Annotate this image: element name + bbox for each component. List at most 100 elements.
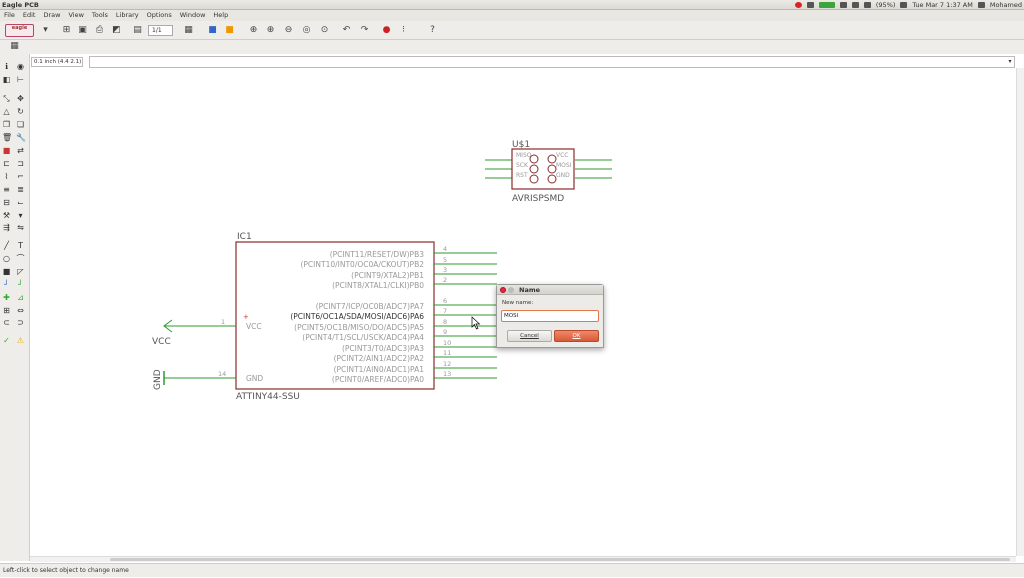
wrench-icon[interactable]: 🔧 bbox=[16, 133, 26, 142]
pinswap-icon[interactable]: ⇋ bbox=[16, 223, 25, 232]
menu-window[interactable]: Window bbox=[176, 10, 210, 21]
menu-draw[interactable]: Draw bbox=[39, 10, 64, 21]
move-icon[interactable]: ⤡ bbox=[2, 94, 11, 103]
horizontal-scrollbar[interactable] bbox=[30, 556, 1016, 562]
label-icon[interactable]: ⊿ bbox=[16, 293, 25, 302]
ulp-icon[interactable]: ■ bbox=[224, 25, 235, 36]
record-icon[interactable] bbox=[794, 2, 802, 8]
zoom-fit-icon[interactable]: ⊕ bbox=[248, 25, 259, 36]
delete-icon[interactable]: 🗑 bbox=[2, 133, 12, 142]
script-icon[interactable]: ▦ bbox=[183, 25, 194, 36]
invoke-icon[interactable]: ⇶ bbox=[2, 223, 11, 232]
menu-library[interactable]: Library bbox=[112, 10, 143, 21]
redo-icon[interactable]: ↷ bbox=[359, 25, 370, 36]
battery-icon[interactable] bbox=[863, 2, 871, 8]
board-icon[interactable]: ▤ bbox=[132, 25, 143, 36]
gate-swap-icon[interactable]: ⊏ bbox=[2, 159, 11, 168]
save-icon[interactable]: ▣ bbox=[77, 25, 88, 36]
mark-icon[interactable]: ⊢ bbox=[16, 75, 25, 84]
dropdown-icon[interactable]: ▾ bbox=[40, 25, 51, 36]
net-icon[interactable]: ┘ bbox=[16, 280, 25, 289]
gnd-supply-label: GND bbox=[153, 369, 163, 390]
page-selector[interactable]: 1/1 bbox=[148, 25, 173, 36]
dimension-icon[interactable]: ⊃ bbox=[16, 318, 25, 327]
change-icon[interactable]: ⚒ bbox=[2, 211, 11, 220]
replace-icon[interactable]: ⇄ bbox=[16, 146, 25, 155]
screen-icon[interactable] bbox=[806, 2, 814, 8]
rotate-icon[interactable]: ↻ bbox=[16, 107, 25, 116]
arc-icon[interactable]: ⌒ bbox=[16, 254, 25, 263]
command-line[interactable]: ▾ bbox=[89, 56, 1015, 68]
main-toolbar: eagle ▾ ⊞ ▣ ⎙ ◩ ▤ 1/1 ▦ ■ ■ ⊕ ⊕ ⊖ ◎ ⊙ ↶ … bbox=[0, 21, 1024, 40]
chevron-down-icon[interactable]: ▾ bbox=[1005, 56, 1015, 68]
vertical-scrollbar[interactable] bbox=[1016, 68, 1024, 556]
cam-icon[interactable]: ◩ bbox=[111, 25, 122, 36]
bus-icon[interactable]: ┘ bbox=[2, 280, 11, 289]
errors-icon[interactable]: ⇔ bbox=[16, 306, 25, 315]
ok-button[interactable]: OK bbox=[554, 330, 599, 342]
print-icon[interactable]: ⎙ bbox=[94, 25, 105, 36]
polygon-icon[interactable]: ◸ bbox=[16, 267, 25, 276]
monitor-icon[interactable] bbox=[818, 2, 835, 8]
move-cross-icon[interactable]: ✥ bbox=[16, 94, 25, 103]
text-icon[interactable]: T bbox=[16, 241, 25, 250]
value-icon[interactable]: ≣ bbox=[16, 185, 25, 194]
zoom-out-icon[interactable]: ⊖ bbox=[283, 25, 294, 36]
eagle-logo-icon[interactable]: eagle bbox=[5, 24, 34, 37]
wire-icon[interactable]: ╱ bbox=[2, 241, 11, 250]
menu-help[interactable]: Help bbox=[209, 10, 232, 21]
pin-swap-icon[interactable]: ⊐ bbox=[16, 159, 25, 168]
copy-icon[interactable]: ❐ bbox=[2, 120, 11, 129]
new-name-input[interactable] bbox=[501, 310, 599, 322]
help-icon[interactable]: ? bbox=[427, 25, 438, 36]
open-icon[interactable]: ⊞ bbox=[61, 25, 72, 36]
erc-icon[interactable]: ⊞ bbox=[2, 306, 11, 315]
layer-icon[interactable]: ■ bbox=[207, 25, 218, 36]
eye-icon[interactable]: ◉ bbox=[16, 62, 25, 71]
info-icon[interactable]: ℹ bbox=[2, 62, 11, 71]
wifi-icon[interactable] bbox=[839, 2, 847, 8]
minimize-icon[interactable] bbox=[508, 287, 514, 293]
clock[interactable]: Tue Mar 7 1:37 AM bbox=[912, 0, 972, 10]
grid-icon[interactable]: ▦ bbox=[9, 41, 20, 52]
attribute-icon[interactable]: ▾ bbox=[16, 211, 25, 220]
undo-icon[interactable]: ↶ bbox=[341, 25, 352, 36]
bend-icon[interactable]: ⌙ bbox=[16, 198, 25, 207]
close-icon[interactable] bbox=[500, 287, 506, 293]
menu-options[interactable]: Options bbox=[143, 10, 176, 21]
menu-tools[interactable]: Tools bbox=[88, 10, 112, 21]
pin-number: 10 bbox=[443, 339, 451, 347]
cancel-button[interactable]: Cancel bbox=[507, 330, 552, 342]
frame-icon[interactable]: ⊂ bbox=[2, 318, 11, 327]
pin-label: (PCINT11/RESET/DW)PB3 bbox=[330, 250, 425, 259]
user-name[interactable]: Mohamed bbox=[990, 0, 1022, 10]
name-icon[interactable]: ≡ bbox=[2, 185, 11, 194]
go-icon[interactable]: ⁝ bbox=[398, 25, 409, 36]
mouse-cursor-icon bbox=[471, 316, 481, 330]
mirror-icon[interactable]: △ bbox=[2, 107, 11, 116]
rect-icon[interactable]: ■ bbox=[2, 267, 11, 276]
menu-view[interactable]: View bbox=[64, 10, 87, 21]
redraw-icon[interactable]: ◎ bbox=[301, 25, 312, 36]
menu-edit[interactable]: Edit bbox=[19, 10, 40, 21]
zoom-select-icon[interactable]: ⊙ bbox=[319, 25, 330, 36]
pin-number: 11 bbox=[443, 349, 451, 357]
paste-icon[interactable]: ❏ bbox=[16, 120, 25, 129]
run-icon[interactable]: ✓ bbox=[2, 336, 11, 345]
menu-file[interactable]: File bbox=[0, 10, 19, 21]
gear-icon[interactable] bbox=[977, 2, 985, 8]
stop-icon[interactable]: ● bbox=[381, 25, 392, 36]
pin-number: 14 bbox=[218, 370, 226, 378]
volume-icon[interactable] bbox=[900, 2, 908, 8]
circle-icon[interactable]: ○ bbox=[2, 254, 11, 263]
warning-icon[interactable]: ⚠ bbox=[16, 336, 25, 345]
junction-icon[interactable]: ✚ bbox=[2, 293, 11, 302]
smash-icon[interactable]: ⊟ bbox=[2, 198, 11, 207]
keyboard-icon[interactable] bbox=[851, 2, 859, 8]
split-icon[interactable]: ⌇ bbox=[2, 172, 11, 181]
layer-display-icon[interactable]: ◧ bbox=[2, 75, 11, 84]
scroll-thumb[interactable] bbox=[110, 558, 1010, 561]
miter-icon[interactable]: ⌐ bbox=[16, 172, 25, 181]
zoom-in-icon[interactable]: ⊕ bbox=[265, 25, 276, 36]
add-icon[interactable]: ■ bbox=[2, 146, 11, 155]
